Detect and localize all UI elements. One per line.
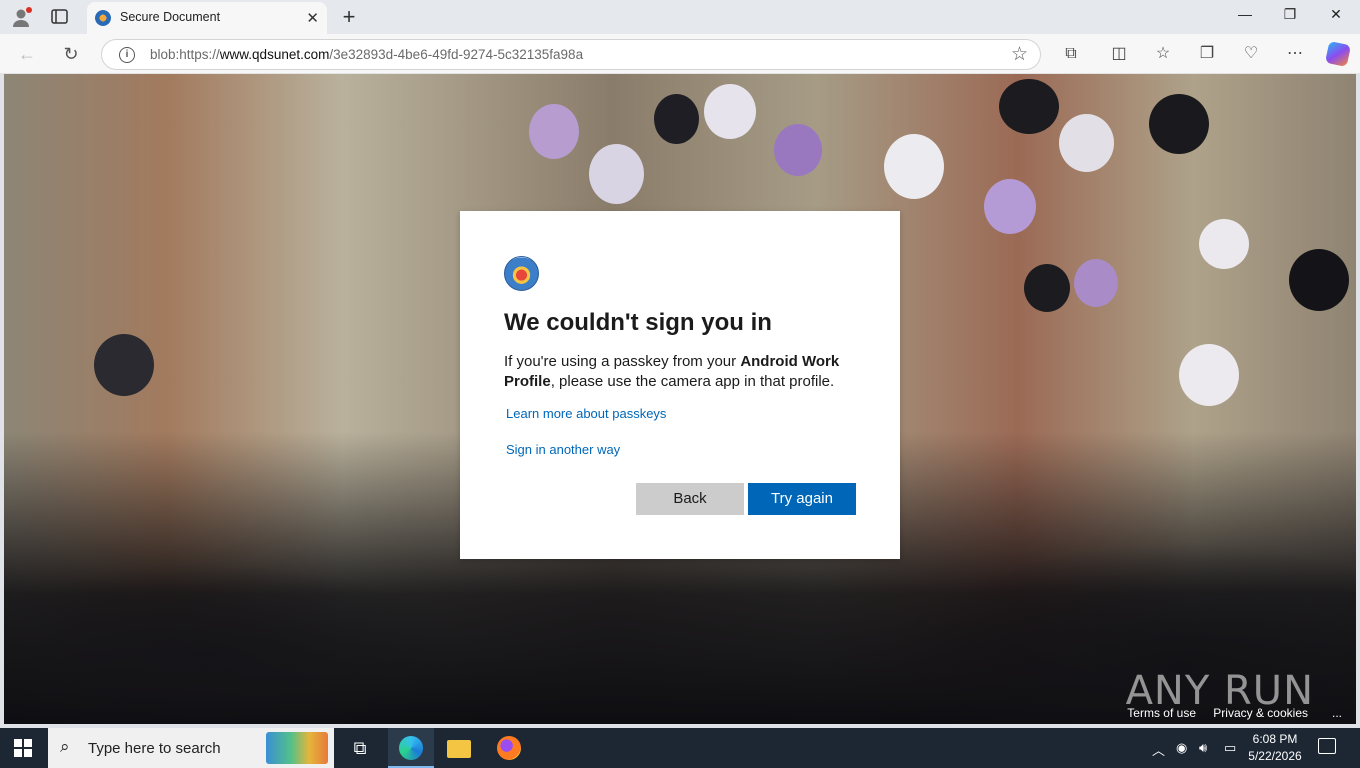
- balloon-decoration: [1289, 249, 1349, 311]
- new-tab-button[interactable]: +: [338, 4, 360, 29]
- balloon-decoration: [94, 334, 154, 396]
- balloon-decoration: [654, 94, 699, 144]
- edge-taskbar-icon[interactable]: [388, 728, 434, 768]
- split-screen-icon[interactable]: ◫: [1108, 43, 1130, 65]
- tab-actions-icon[interactable]: [50, 8, 70, 26]
- extensions-icon[interactable]: ⧉: [1060, 43, 1082, 65]
- site-info-icon[interactable]: i: [119, 47, 135, 63]
- more-options-icon[interactable]: ...: [1332, 706, 1342, 720]
- dialog-message: If you're using a passkey from your Andr…: [504, 353, 840, 390]
- balloon-decoration: [529, 104, 579, 159]
- notifications-icon[interactable]: [1318, 738, 1336, 754]
- webcam-icon[interactable]: ◉: [1176, 740, 1187, 756]
- search-highlight-image: [266, 732, 328, 764]
- browser-titlebar: Secure Document ✕ + — ❐ ✕: [0, 0, 1360, 34]
- back-arrow-icon[interactable]: ←: [14, 42, 40, 66]
- balloon-decoration: [884, 134, 944, 199]
- refresh-icon[interactable]: ↻: [58, 42, 84, 66]
- url-text[interactable]: blob:https://www.qdsunet.com/3e32893d-4b…: [150, 47, 583, 62]
- tab-secure-document[interactable]: Secure Document ✕: [87, 2, 327, 34]
- terms-link[interactable]: Terms of use: [1127, 706, 1196, 720]
- privacy-link[interactable]: Privacy & cookies: [1213, 706, 1308, 720]
- balloon-decoration: [984, 179, 1036, 234]
- balloon-decoration: [1199, 219, 1249, 269]
- task-view-icon[interactable]: ⧉: [337, 728, 383, 768]
- search-placeholder: Type here to search: [88, 740, 221, 757]
- site-favicon-icon: [95, 10, 111, 26]
- balloon-decoration: [1179, 344, 1239, 406]
- windows-start-icon[interactable]: [14, 739, 32, 757]
- file-explorer-icon[interactable]: [436, 728, 482, 768]
- balloon-decoration: [589, 144, 644, 204]
- browser-essentials-icon[interactable]: ♡: [1240, 43, 1262, 65]
- browser-toolbar: ← ↻ i blob:https://www.qdsunet.com/3e328…: [0, 34, 1360, 74]
- tab-title: Secure Document: [120, 10, 221, 24]
- balloon-decoration: [999, 79, 1059, 134]
- copilot-icon[interactable]: [1324, 40, 1352, 68]
- search-icon: ⌕: [60, 737, 70, 756]
- learn-more-passkeys-link[interactable]: Learn more about passkeys: [506, 406, 666, 421]
- clock-time: 6:08 PM: [1252, 732, 1298, 746]
- more-menu-icon[interactable]: ⋯: [1284, 43, 1306, 65]
- balloon-decoration: [1149, 94, 1209, 154]
- balloon-decoration: [1074, 259, 1118, 307]
- clock-date: 5/22/2026: [1248, 749, 1302, 763]
- address-bar[interactable]: i blob:https://www.qdsunet.com/3e32893d-…: [101, 39, 1041, 70]
- favorite-star-icon[interactable]: ☆: [1011, 43, 1028, 66]
- back-button[interactable]: Back: [636, 483, 744, 515]
- profile-icon[interactable]: [10, 6, 32, 28]
- balloon-decoration: [704, 84, 756, 139]
- show-hidden-icons-chevron-icon[interactable]: ︿: [1152, 740, 1165, 759]
- balloon-decoration: [1024, 264, 1070, 312]
- tab-close-icon[interactable]: ✕: [306, 9, 319, 27]
- favorites-icon[interactable]: ☆: [1152, 43, 1174, 65]
- taskbar-clock[interactable]: 6:08 PM 5/22/2026: [1246, 731, 1304, 765]
- try-again-button[interactable]: Try again: [748, 483, 856, 515]
- taskbar-search-box[interactable]: ⌕ Type here to search: [48, 728, 334, 768]
- firefox-icon[interactable]: [486, 728, 532, 768]
- dialog-title: We couldn't sign you in: [504, 309, 772, 336]
- network-icon[interactable]: ▭: [1224, 740, 1236, 756]
- minimize-button[interactable]: —: [1225, 6, 1265, 28]
- collections-icon[interactable]: ❐: [1196, 43, 1218, 65]
- restore-button[interactable]: ❐: [1270, 6, 1310, 28]
- organization-logo: [504, 256, 539, 291]
- sign-in-another-way-link[interactable]: Sign in another way: [506, 442, 620, 457]
- sign-in-error-dialog: We couldn't sign you in If you're using …: [460, 211, 900, 559]
- close-window-button[interactable]: ✕: [1316, 6, 1356, 28]
- windows-taskbar: ⌕ Type here to search ⧉ ︿ ◉ 🔊︎ ▭ 6:08 PM…: [0, 728, 1360, 768]
- balloon-decoration: [1059, 114, 1114, 172]
- balloon-decoration: [774, 124, 822, 176]
- volume-icon[interactable]: 🔊︎: [1199, 740, 1207, 756]
